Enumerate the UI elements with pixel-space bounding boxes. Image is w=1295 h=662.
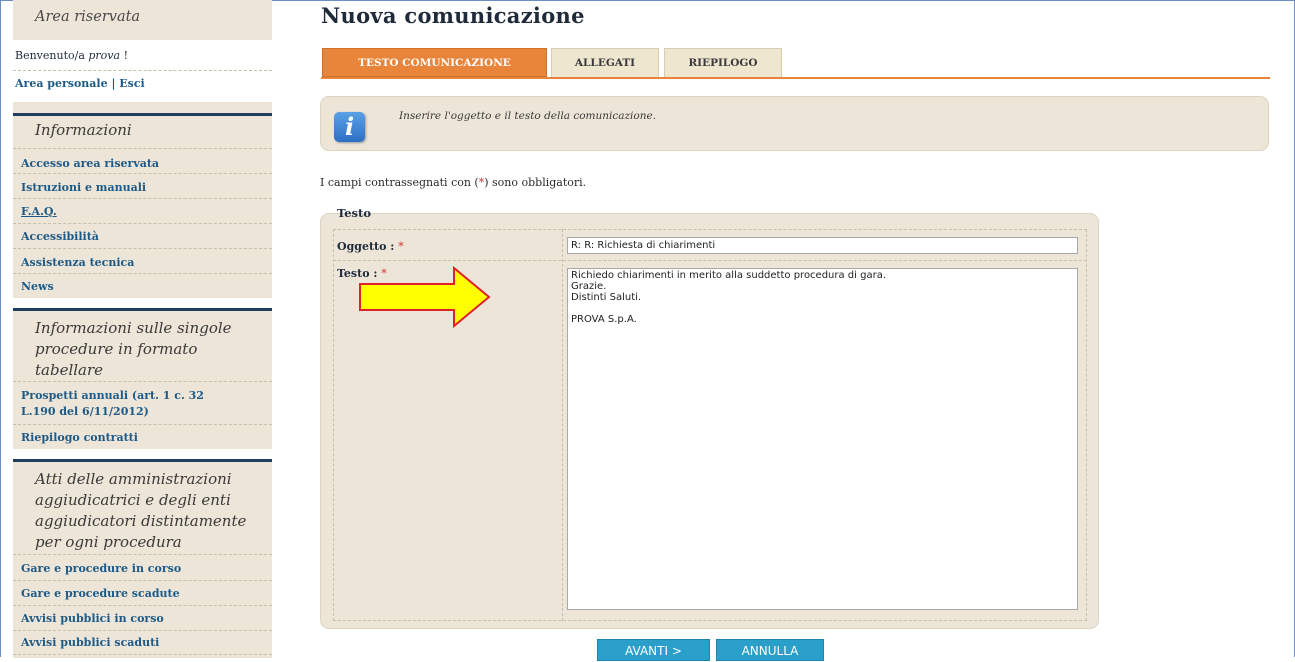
acts-section-title: Atti delle amministrazioni aggiudicatric…	[35, 469, 246, 553]
fieldset-legend: Testo	[337, 206, 372, 220]
acts-title-line: aggiudicatori distintamente	[35, 512, 247, 530]
sidebar-item-avvisi-in-corso[interactable]: Avvisi pubblici in corso	[21, 612, 164, 625]
sidebar-item-riepilogo-contratti[interactable]: Riepilogo contratti	[21, 431, 138, 444]
welcome-text: Benvenuto/a prova !	[15, 49, 128, 62]
sidebar-item-istruzioni[interactable]: Istruzioni e manuali	[21, 181, 146, 194]
logout-link[interactable]: Esci	[119, 77, 144, 90]
sidebar-item-accessibilita[interactable]: Accessibilità	[21, 230, 99, 243]
body-textarea[interactable]: Richiedo chiarimenti in merito alla sudd…	[567, 268, 1078, 610]
procedures-title-line: procedure in formato	[35, 340, 198, 358]
welcome-block: Benvenuto/a prova ! Area personale | Esc…	[13, 40, 272, 102]
required-note-suffix: ) sono obbligatori.	[484, 176, 587, 189]
arrow-right-icon	[359, 266, 491, 328]
divider	[13, 248, 272, 249]
subject-input[interactable]	[567, 237, 1078, 254]
acts-title-line: per ogni procedura	[35, 533, 182, 551]
divider	[13, 554, 272, 555]
acts-title-line: Atti delle amministrazioni	[35, 470, 232, 488]
subject-label: Oggetto : *	[337, 240, 404, 253]
info-message: Inserire l'oggetto e il testo della comu…	[399, 110, 657, 122]
sidebar: Area riservata Benvenuto/a prova ! Area …	[13, 0, 272, 658]
procedures-section-title: Informazioni sulle singole procedure in …	[35, 318, 232, 381]
acts-title-line: aggiudicatrici e degli enti	[35, 491, 231, 509]
welcome-suffix: !	[120, 49, 128, 62]
divider	[13, 223, 272, 224]
divider	[13, 113, 272, 116]
required-note-prefix: I campi contrassegnati con (	[320, 176, 479, 189]
welcome-user: prova	[88, 49, 121, 62]
sidebar-item-assistenza[interactable]: Assistenza tecnica	[21, 256, 134, 269]
divider	[13, 308, 272, 311]
divider	[13, 273, 272, 274]
personal-area-link[interactable]: Area personale	[15, 77, 108, 90]
divider	[13, 173, 272, 174]
procedures-title-line: Informazioni sulle singole	[35, 319, 232, 337]
reserved-area-header: Area riservata	[13, 0, 272, 40]
divider	[13, 630, 272, 631]
link-separator: |	[107, 77, 120, 90]
procedures-title-line: tabellare	[35, 361, 104, 379]
sidebar-item-faq[interactable]: F.A.Q.	[21, 205, 57, 218]
page-title: Nuova comunicazione	[321, 3, 585, 28]
info-message-box: i Inserire l'oggetto e il testo della co…	[320, 96, 1269, 151]
tab-riepilogo[interactable]: RIEPILOGO	[664, 48, 782, 77]
sidebar-item-accesso[interactable]: Accesso area riservata	[21, 157, 159, 170]
reserved-area-title: Area riservata	[35, 9, 141, 25]
tab-underline	[321, 77, 1270, 79]
spacer	[13, 449, 272, 459]
required-fields-note: I campi contrassegnati con (*) sono obbl…	[320, 176, 586, 189]
divider	[13, 605, 272, 606]
divider	[13, 424, 272, 425]
required-star: *	[398, 240, 404, 253]
divider	[13, 70, 272, 71]
divider	[13, 580, 272, 581]
sidebar-item-news[interactable]: News	[21, 280, 54, 293]
sidebar-item-gare-in-corso[interactable]: Gare e procedure in corso	[21, 562, 181, 575]
sidebar-item-avvisi-scaduti[interactable]: Avvisi pubblici scaduti	[21, 636, 159, 649]
spacer	[13, 298, 272, 308]
divider	[13, 148, 272, 149]
divider	[13, 459, 272, 462]
divider	[333, 260, 1087, 261]
info-section-title: Informazioni	[35, 121, 132, 139]
divider	[13, 381, 272, 382]
sidebar-item-prospetti[interactable]: Prospetti annuali (art. 1 c. 32	[21, 389, 204, 402]
divider	[13, 198, 272, 199]
sidebar-item-gare-scadute[interactable]: Gare e procedure scadute	[21, 587, 180, 600]
subject-label-text: Oggetto :	[337, 240, 399, 253]
info-icon: i	[334, 112, 365, 142]
tab-testo-comunicazione[interactable]: TESTO COMUNICAZIONE	[322, 48, 547, 77]
sidebar-item-prospetti-line2[interactable]: L.190 del 6/11/2012)	[21, 405, 149, 418]
divider	[13, 654, 272, 655]
account-links: Area personale | Esci	[15, 77, 145, 90]
divider	[562, 229, 563, 621]
tab-allegati[interactable]: ALLEGATI	[551, 48, 659, 77]
welcome-prefix: Benvenuto/a	[15, 49, 89, 62]
